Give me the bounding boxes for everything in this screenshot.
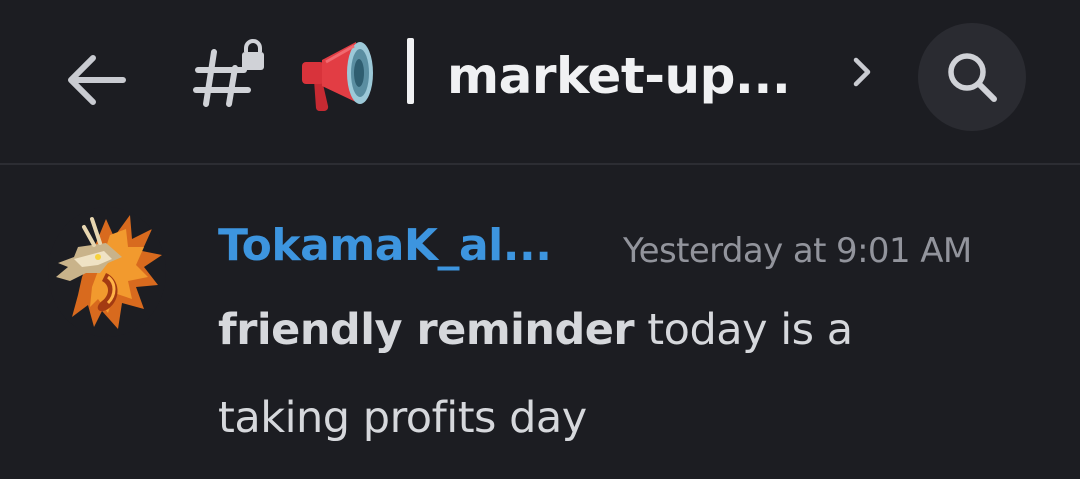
message-text-rest: today is a bbox=[634, 305, 853, 355]
dragon-avatar-icon bbox=[48, 207, 166, 337]
user-avatar[interactable] bbox=[48, 207, 166, 337]
message-text-line-2: taking profits day bbox=[218, 393, 587, 443]
message-timestamp: Yesterday at 9:01 AM bbox=[623, 231, 972, 271]
megaphone-icon bbox=[298, 34, 380, 114]
arrow-left-icon bbox=[68, 55, 126, 105]
search-icon bbox=[948, 53, 997, 102]
back-button[interactable] bbox=[55, 42, 135, 118]
chevron-right-icon bbox=[853, 57, 871, 87]
channel-header: market-up... bbox=[0, 0, 1080, 165]
locked-hash-channel-icon bbox=[192, 38, 270, 110]
author-name[interactable]: TokamaK_al... bbox=[218, 215, 552, 277]
channel-details-button[interactable] bbox=[840, 50, 884, 94]
channel-name[interactable]: market-up... bbox=[447, 40, 791, 112]
message-bold-text: friendly reminder bbox=[218, 305, 635, 355]
search-button[interactable] bbox=[918, 23, 1026, 131]
chat-screen: market-up... TokamaK_al... Yesterday at … bbox=[0, 0, 1080, 479]
message-text-line-1: friendly reminder today is a bbox=[218, 299, 853, 361]
message-item[interactable]: TokamaK_al... Yesterday at 9:01 AM frien… bbox=[0, 167, 1080, 479]
title-separator bbox=[407, 38, 414, 104]
